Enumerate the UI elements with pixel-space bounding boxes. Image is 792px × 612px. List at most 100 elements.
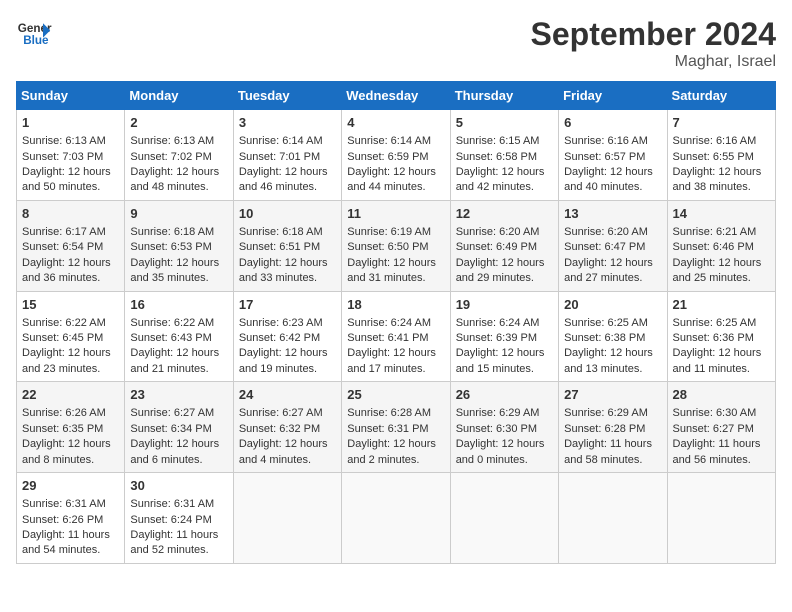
day-number: 18	[347, 296, 444, 314]
sunrise-label: Sunrise: 6:21 AM	[673, 226, 757, 238]
day-number: 26	[456, 386, 553, 404]
sunset-label: Sunset: 6:43 PM	[130, 332, 211, 344]
month-title: September 2024	[531, 16, 776, 53]
daylight-label: Daylight: 12 hours and 2 minutes.	[347, 438, 436, 465]
daylight-label: Daylight: 12 hours and 33 minutes.	[239, 257, 328, 284]
day-number: 24	[239, 386, 336, 404]
header-row: Sunday Monday Tuesday Wednesday Thursday…	[17, 82, 776, 110]
table-row: 17Sunrise: 6:23 AMSunset: 6:42 PMDayligh…	[233, 291, 341, 382]
svg-text:Blue: Blue	[23, 34, 49, 47]
sunset-label: Sunset: 6:55 PM	[673, 151, 754, 163]
daylight-label: Daylight: 12 hours and 8 minutes.	[22, 438, 111, 465]
day-number: 2	[130, 114, 227, 132]
sunrise-label: Sunrise: 6:29 AM	[564, 407, 648, 419]
sunset-label: Sunset: 6:36 PM	[673, 332, 754, 344]
sunrise-label: Sunrise: 6:20 AM	[564, 226, 648, 238]
table-row: 15Sunrise: 6:22 AMSunset: 6:45 PMDayligh…	[17, 291, 125, 382]
page-header: General Blue September 2024 Maghar, Isra…	[16, 16, 776, 71]
sunset-label: Sunset: 6:51 PM	[239, 241, 320, 253]
sunrise-label: Sunrise: 6:27 AM	[130, 407, 214, 419]
sunset-label: Sunset: 6:34 PM	[130, 423, 211, 435]
day-number: 9	[130, 205, 227, 223]
day-number: 5	[456, 114, 553, 132]
sunrise-label: Sunrise: 6:16 AM	[564, 135, 648, 147]
sunset-label: Sunset: 6:41 PM	[347, 332, 428, 344]
sunset-label: Sunset: 6:53 PM	[130, 241, 211, 253]
daylight-label: Daylight: 12 hours and 25 minutes.	[673, 257, 762, 284]
sunset-label: Sunset: 6:57 PM	[564, 151, 645, 163]
sunrise-label: Sunrise: 6:14 AM	[347, 135, 431, 147]
table-row: 24Sunrise: 6:27 AMSunset: 6:32 PMDayligh…	[233, 382, 341, 473]
calendar-week-1: 1Sunrise: 6:13 AMSunset: 7:03 PMDaylight…	[17, 110, 776, 201]
table-row: 14Sunrise: 6:21 AMSunset: 6:46 PMDayligh…	[667, 200, 775, 291]
table-row: 29 Sunrise: 6:31 AM Sunset: 6:26 PM Dayligh…	[17, 473, 125, 564]
day-number: 12	[456, 205, 553, 223]
table-row	[233, 473, 341, 564]
daylight-label: Daylight: 12 hours and 23 minutes.	[22, 347, 111, 374]
table-row: 23Sunrise: 6:27 AMSunset: 6:34 PMDayligh…	[125, 382, 233, 473]
sunset-label: Sunset: 6:49 PM	[456, 241, 537, 253]
table-row: 3Sunrise: 6:14 AMSunset: 7:01 PMDaylight…	[233, 110, 341, 201]
sunset-label: Sunset: 6:26 PM	[22, 514, 103, 526]
col-tuesday: Tuesday	[233, 82, 341, 110]
col-sunday: Sunday	[17, 82, 125, 110]
sunrise-label: Sunrise: 6:25 AM	[564, 317, 648, 329]
day-number: 8	[22, 205, 119, 223]
table-row: 11Sunrise: 6:19 AMSunset: 6:50 PMDayligh…	[342, 200, 450, 291]
daylight-label: Daylight: 12 hours and 6 minutes.	[130, 438, 219, 465]
sunrise-label: Sunrise: 6:28 AM	[347, 407, 431, 419]
table-row: 20Sunrise: 6:25 AMSunset: 6:38 PMDayligh…	[559, 291, 667, 382]
day-number: 28	[673, 386, 770, 404]
calendar-week-5: 29 Sunrise: 6:31 AM Sunset: 6:26 PM Dayligh…	[17, 473, 776, 564]
sunrise-label: Sunrise: 6:31 AM	[130, 498, 214, 510]
sunset-label: Sunset: 6:45 PM	[22, 332, 103, 344]
table-row: 18Sunrise: 6:24 AMSunset: 6:41 PMDayligh…	[342, 291, 450, 382]
daylight-label: Daylight: 12 hours and 40 minutes.	[564, 166, 653, 193]
table-row	[559, 473, 667, 564]
day-number: 14	[673, 205, 770, 223]
sunset-label: Sunset: 6:54 PM	[22, 241, 103, 253]
sunrise-label: Sunrise: 6:26 AM	[22, 407, 106, 419]
day-number: 29	[22, 477, 119, 495]
table-row: 10Sunrise: 6:18 AMSunset: 6:51 PMDayligh…	[233, 200, 341, 291]
table-row: 30Sunrise: 6:31 AMSunset: 6:24 PMDayligh…	[125, 473, 233, 564]
sunrise-label: Sunrise: 6:14 AM	[239, 135, 323, 147]
table-row: 21Sunrise: 6:25 AMSunset: 6:36 PMDayligh…	[667, 291, 775, 382]
day-number: 22	[22, 386, 119, 404]
logo-icon: General Blue	[16, 16, 52, 52]
sunset-label: Sunset: 6:24 PM	[130, 514, 211, 526]
table-row: 5Sunrise: 6:15 AMSunset: 6:58 PMDaylight…	[450, 110, 558, 201]
table-row: 8Sunrise: 6:17 AMSunset: 6:54 PMDaylight…	[17, 200, 125, 291]
daylight-label: Daylight: 12 hours and 48 minutes.	[130, 166, 219, 193]
sunset-label: Sunset: 6:27 PM	[673, 423, 754, 435]
day-number: 10	[239, 205, 336, 223]
table-row: 2Sunrise: 6:13 AMSunset: 7:02 PMDaylight…	[125, 110, 233, 201]
daylight-label: Daylight: 12 hours and 4 minutes.	[239, 438, 328, 465]
daylight-label: Daylight: 12 hours and 13 minutes.	[564, 347, 653, 374]
daylight-label: Daylight: 11 hours and 56 minutes.	[673, 438, 761, 465]
sunset-label: Sunset: 6:31 PM	[347, 423, 428, 435]
table-row: 19Sunrise: 6:24 AMSunset: 6:39 PMDayligh…	[450, 291, 558, 382]
sunset-label: Sunset: 7:01 PM	[239, 151, 320, 163]
table-row: 26Sunrise: 6:29 AMSunset: 6:30 PMDayligh…	[450, 382, 558, 473]
sunset-label: Sunset: 6:35 PM	[22, 423, 103, 435]
sunset-label: Sunset: 6:38 PM	[564, 332, 645, 344]
daylight-label: Daylight: 11 hours and 54 minutes.	[22, 529, 110, 556]
day-number: 25	[347, 386, 444, 404]
day-number: 27	[564, 386, 661, 404]
day-number: 3	[239, 114, 336, 132]
col-wednesday: Wednesday	[342, 82, 450, 110]
calendar-week-3: 15Sunrise: 6:22 AMSunset: 6:45 PMDayligh…	[17, 291, 776, 382]
table-row: 4Sunrise: 6:14 AMSunset: 6:59 PMDaylight…	[342, 110, 450, 201]
daylight-label: Daylight: 12 hours and 19 minutes.	[239, 347, 328, 374]
sunrise-label: Sunrise: 6:20 AM	[456, 226, 540, 238]
sunrise-label: Sunrise: 6:31 AM	[22, 498, 106, 510]
sunrise-label: Sunrise: 6:18 AM	[130, 226, 214, 238]
sunset-label: Sunset: 7:03 PM	[22, 151, 103, 163]
sunset-label: Sunset: 6:42 PM	[239, 332, 320, 344]
day-number: 4	[347, 114, 444, 132]
table-row: 9Sunrise: 6:18 AMSunset: 6:53 PMDaylight…	[125, 200, 233, 291]
daylight-label: Daylight: 12 hours and 21 minutes.	[130, 347, 219, 374]
sunset-label: Sunset: 6:59 PM	[347, 151, 428, 163]
location: Maghar, Israel	[531, 53, 776, 71]
